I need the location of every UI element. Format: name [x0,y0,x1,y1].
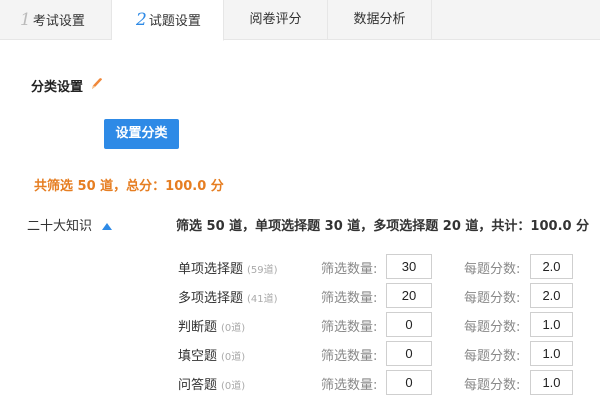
tab-data-analysis[interactable]: 数据分析 [328,0,432,40]
per-score-label: 每题分数: [464,378,521,393]
per-score-input[interactable] [530,283,573,308]
tab-label: 考试设置 [32,14,85,29]
filter-count-label: 筛选数量: [321,378,378,393]
per-score-input[interactable] [530,312,573,337]
knowledge-detail: 筛选 50 道，单项选择题 30 道，多项选择题 20 道，共计：100.0 分 [176,219,590,234]
per-score-label: 每题分数: [464,320,521,335]
question-type-label: 判断题 (0道) [178,320,246,335]
per-score-label: 每题分数: [464,349,521,364]
triangle-up-icon[interactable] [102,223,112,230]
available-count: (0道) [221,323,246,334]
knowledge-category-label[interactable]: 二十大知识 [27,215,92,234]
filter-count-input[interactable] [386,370,432,395]
tab-label: 数据分析 [353,12,406,27]
summary-text: 共筛选 50 道，总分：100.0 分 [34,179,224,194]
filter-count-label: 筛选数量: [321,349,378,364]
filter-count-label: 筛选数量: [321,320,378,335]
filter-count-input[interactable] [386,312,432,337]
question-type-row: 多项选择题(41道) 筛选数量: 每题分数: [0,283,600,309]
question-type-label: 问答题 (0道) [178,378,246,393]
set-category-button[interactable]: 设置分类 [104,119,179,149]
question-type-row: 单项选择题(59道) 筛选数量: 每题分数: [0,254,600,280]
per-score-label: 每题分数: [464,262,521,277]
tab-number: 1 [20,10,31,30]
per-score-input[interactable] [530,341,573,366]
tab-bar: 1 考试设置 2 试题设置 阅卷评分 数据分析 [0,0,600,41]
filter-count-input[interactable] [386,283,432,308]
tab-exam-settings[interactable]: 1 考试设置 [0,0,112,40]
tab-number: 2 [136,10,147,30]
tab-grading[interactable]: 阅卷评分 [224,0,328,40]
question-type-label: 填空题 (0道) [178,349,246,364]
question-type-row: 判断题(0道) 筛选数量: 每题分数: [0,312,600,338]
tab-question-settings[interactable]: 2 试题设置 [112,0,224,41]
section-title: 分类设置 [31,80,84,95]
available-count: (59道) [247,265,278,276]
available-count: (0道) [221,381,246,392]
question-type-row: 问答题(0道) 筛选数量: 每题分数: [0,370,600,396]
tab-label: 阅卷评分 [249,12,302,27]
filter-count-label: 筛选数量: [321,262,378,277]
question-type-label: 单项选择题 (59道) [178,262,278,277]
available-count: (0道) [221,352,246,363]
filter-count-input[interactable] [386,341,432,366]
available-count: (41道) [247,294,278,305]
question-type-row: 填空题(0道) 筛选数量: 每题分数: [0,341,600,367]
pencil-icon[interactable] [90,77,104,91]
per-score-input[interactable] [530,370,573,395]
filter-count-label: 筛选数量: [321,291,378,306]
tab-label: 试题设置 [148,14,201,29]
per-score-input[interactable] [530,254,573,279]
question-type-label: 多项选择题 (41道) [178,291,278,306]
per-score-label: 每题分数: [464,291,521,306]
filter-count-input[interactable] [386,254,432,279]
